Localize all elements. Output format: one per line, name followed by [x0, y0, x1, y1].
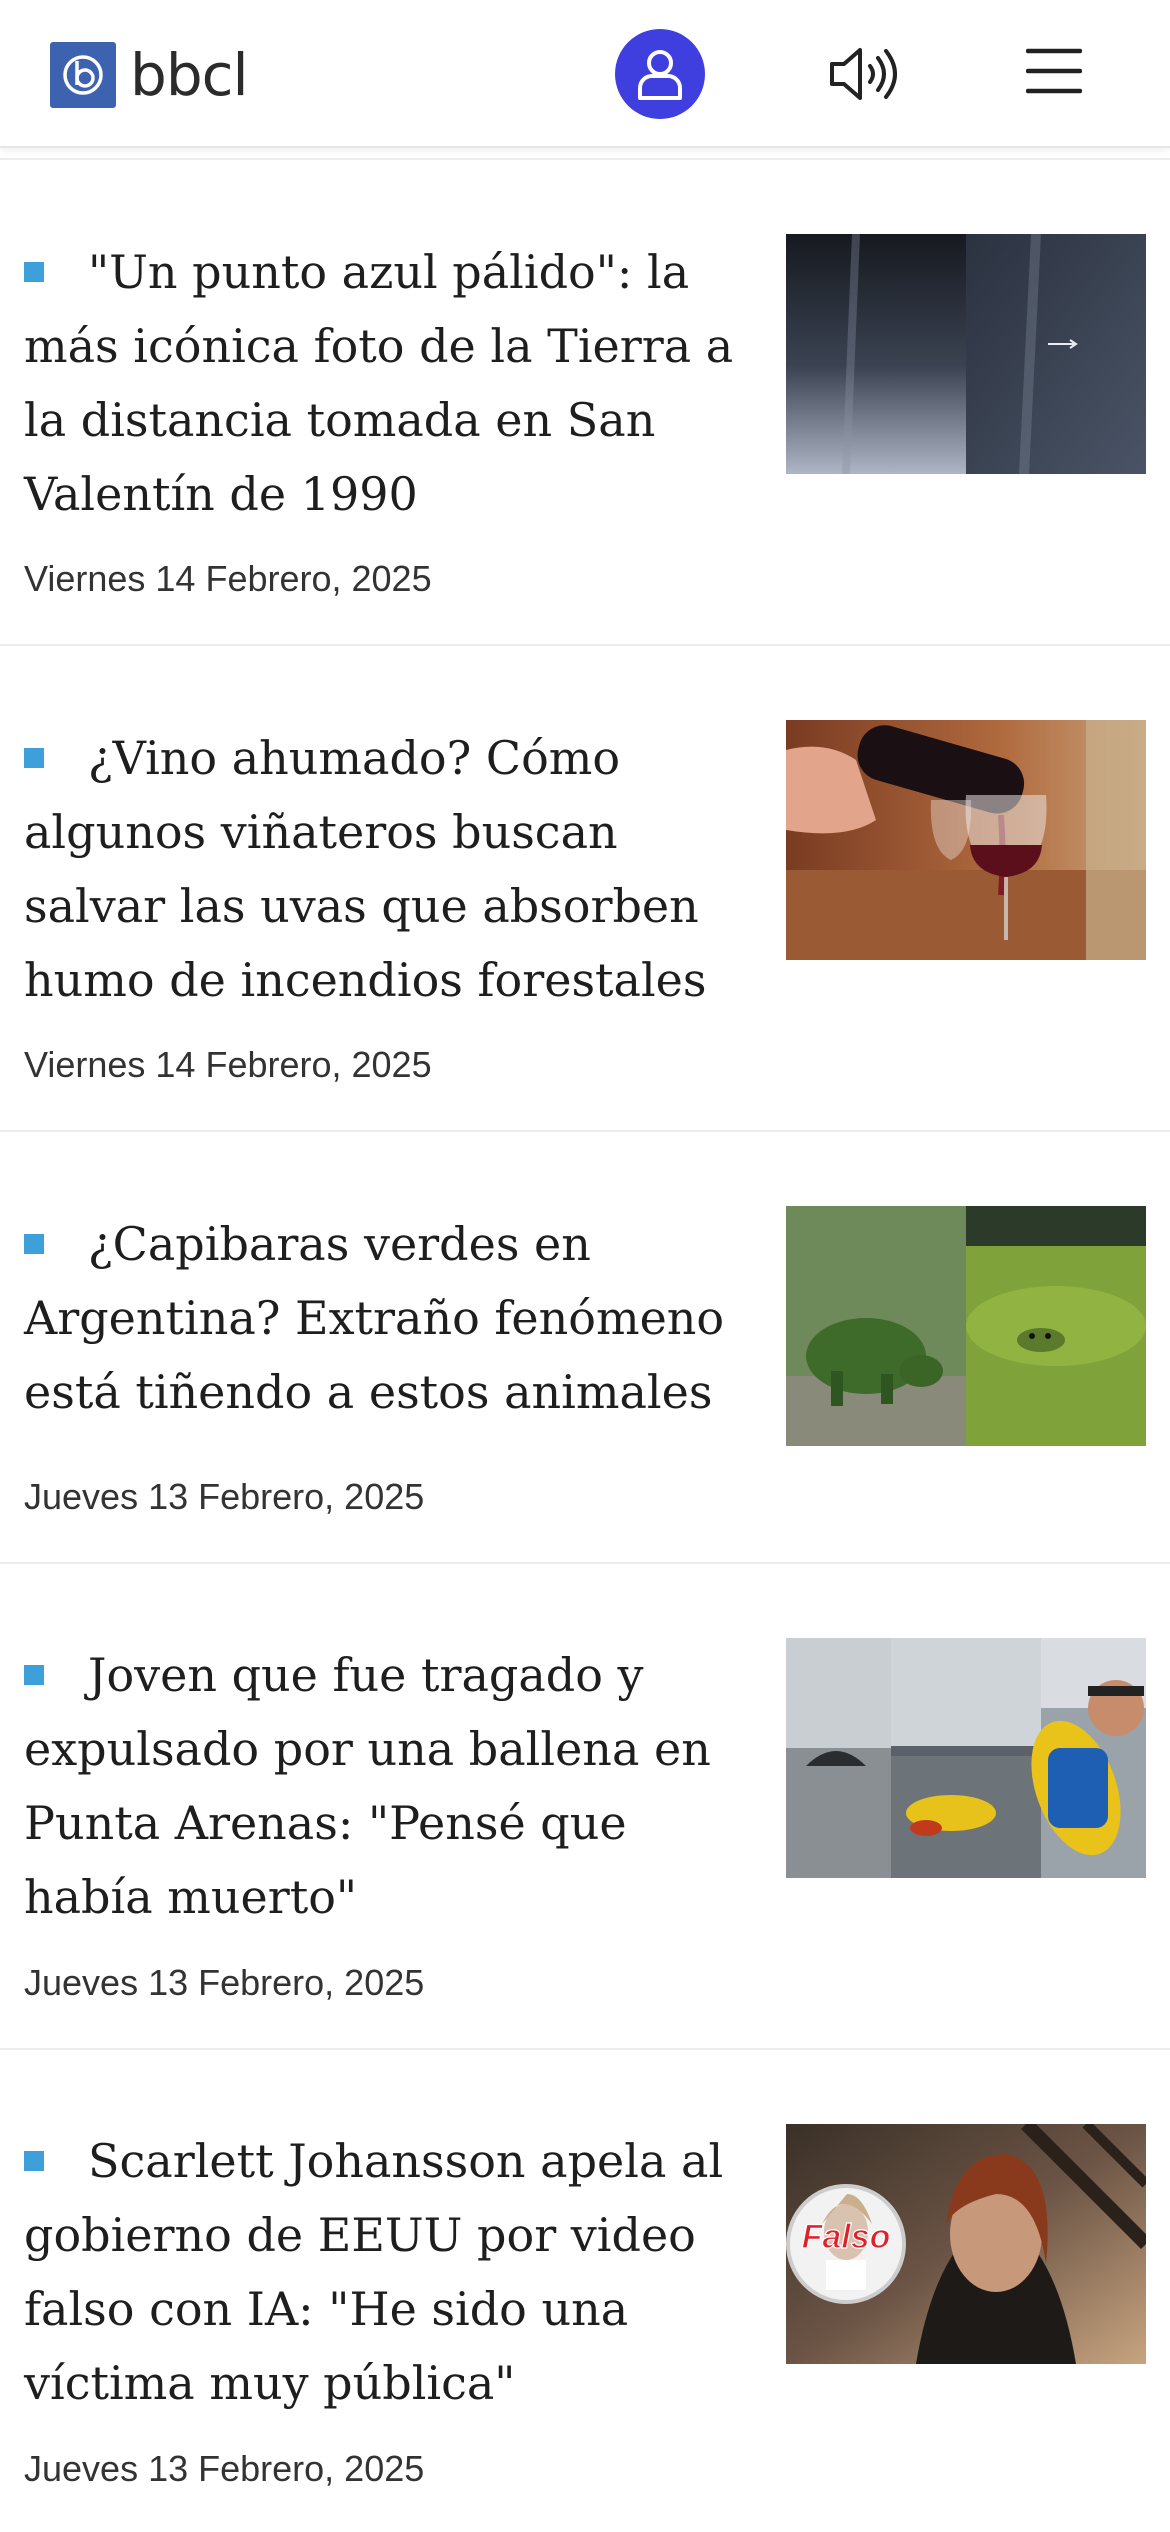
article-title[interactable]: Scarlett Johansson apela al gobierno de …: [24, 2134, 723, 2410]
user-icon: [638, 50, 682, 100]
article-title[interactable]: "Un punto azul pálido": la más icónica f…: [24, 245, 733, 521]
article-title[interactable]: ¿Vino ahumado? Cómo algunos viñateros bu…: [24, 731, 707, 1007]
article-headline[interactable]: ¿Capibaras verdes en Argentina? Extraño …: [24, 1207, 746, 1429]
article-headline[interactable]: Scarlett Johansson apela al gobierno de …: [24, 2124, 746, 2420]
article-date: Jueves 13 Febrero, 2025: [24, 1962, 425, 2003]
divider: [0, 644, 1170, 646]
article-thumbnail[interactable]: [786, 1206, 1146, 1446]
article-date: Jueves 13 Febrero, 2025: [24, 1476, 425, 1517]
logo-text: bbcl: [130, 41, 249, 109]
speaker-icon: [830, 48, 897, 100]
bullet-marker: [24, 1665, 44, 1685]
site-logo[interactable]: bbcl: [50, 41, 249, 109]
article-thumbnail[interactable]: [786, 720, 1146, 960]
article-headline[interactable]: ¿Vino ahumado? Cómo algunos viñateros bu…: [24, 721, 746, 1017]
bullet-marker: [24, 262, 44, 282]
hamburger-menu-button[interactable]: [1025, 46, 1083, 96]
top-navbar: bbcl: [0, 0, 1170, 148]
article-title[interactable]: Joven que fue tragado y expulsado por un…: [24, 1648, 711, 1924]
user-account-button[interactable]: [615, 29, 705, 119]
divider: [0, 1562, 1170, 1564]
article-date: Viernes 14 Febrero, 2025: [24, 558, 432, 599]
divider: [0, 158, 1170, 160]
menu-icon: [1025, 48, 1083, 94]
article-date: Jueves 13 Febrero, 2025: [24, 2448, 425, 2489]
article-date: Viernes 14 Febrero, 2025: [24, 1044, 432, 1085]
audio-button[interactable]: [828, 44, 900, 104]
article-thumbnail[interactable]: [786, 1638, 1146, 1878]
bullet-marker: [24, 748, 44, 768]
article-thumbnail[interactable]: [786, 234, 1146, 474]
bullet-marker: [24, 1234, 44, 1254]
divider: [0, 1130, 1170, 1132]
falso-label: Falso: [802, 2218, 891, 2256]
article-thumbnail[interactable]: Falso: [786, 2124, 1146, 2364]
article-headline[interactable]: Joven que fue tragado y expulsado por un…: [24, 1638, 746, 1934]
article-headline[interactable]: "Un punto azul pálido": la más icónica f…: [24, 235, 746, 531]
divider: [0, 2048, 1170, 2050]
article-title[interactable]: ¿Capibaras verdes en Argentina? Extraño …: [24, 1217, 724, 1419]
bbcl-logo-icon: [50, 42, 116, 108]
bullet-marker: [24, 2151, 44, 2171]
